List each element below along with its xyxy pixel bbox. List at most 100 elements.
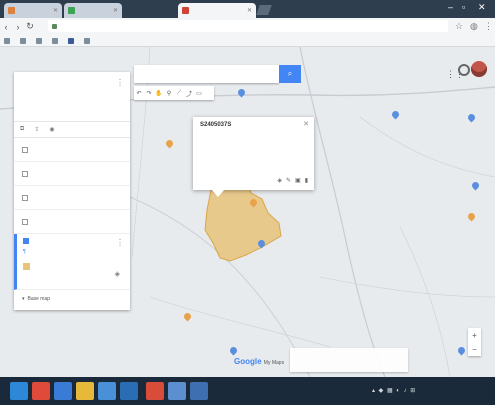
hand-icon[interactable]: ✋ — [154, 90, 164, 97]
browser-taskbar-icon[interactable] — [190, 382, 208, 400]
bookmark-icon — [20, 37, 26, 44]
preview-button[interactable]: ◉ — [49, 126, 56, 133]
tab-favicon-icon — [182, 7, 189, 14]
layer-item[interactable] — [14, 162, 130, 186]
share-button[interactable]: ⇪ — [34, 126, 41, 133]
facebook-icon — [68, 37, 74, 44]
back-icon[interactable]: ‹ — [0, 22, 12, 32]
bookmark-item[interactable] — [52, 37, 60, 44]
reload-icon[interactable]: ↻ — [24, 21, 36, 32]
layer-checkbox[interactable] — [22, 146, 28, 153]
base-map-label: Base map — [27, 296, 51, 302]
avatar[interactable] — [471, 61, 487, 77]
address-bar[interactable] — [48, 20, 448, 32]
google-wordmark: Google — [234, 357, 262, 366]
selected-layer[interactable]: ¶ ⋮ ◈ — [14, 234, 130, 290]
draw-line-icon[interactable]: ⟋ — [174, 90, 184, 97]
feature-color-swatch[interactable] — [23, 263, 30, 270]
share-icon: ⇪ — [34, 127, 40, 133]
lock-icon — [52, 23, 57, 29]
browser-menu-icon[interactable]: ⋮ — [484, 21, 493, 32]
edit-icon[interactable]: ✎ — [286, 177, 291, 184]
browser-tab-1[interactable]: ✕ — [4, 3, 62, 18]
add-layer-button[interactable]: ⧉ — [20, 126, 26, 133]
start-icon[interactable] — [10, 382, 28, 400]
zoom-in-button[interactable]: + — [472, 331, 477, 340]
popup-title: S2405037S — [200, 122, 232, 128]
new-tab-button[interactable] — [256, 5, 272, 15]
close-window-icon[interactable]: ✕ — [478, 2, 486, 13]
drawing-toolbar: ↶ ↷ ✋ ⚲ ⟋ ⤴ ▭ — [134, 86, 214, 100]
chevron-down-icon: ▾ — [22, 296, 25, 302]
taskbar-app-icon[interactable] — [54, 382, 72, 400]
paint-bucket-icon[interactable]: ◈ — [115, 270, 120, 278]
search-button[interactable]: ⌕ — [279, 65, 301, 83]
google-logo: Google My Maps — [234, 357, 284, 366]
close-icon[interactable]: ✕ — [113, 7, 118, 14]
bookmark-icon — [4, 37, 10, 44]
taskbar-app-icon[interactable] — [120, 382, 138, 400]
browser-toolbar: ‹ › ↻ — [0, 18, 495, 35]
bookmark-item[interactable] — [4, 37, 12, 44]
bookmark-item[interactable] — [20, 37, 28, 44]
panel-header: ⋮ — [14, 72, 130, 122]
directions-icon[interactable]: ⤴ — [184, 89, 194, 98]
minimize-icon[interactable]: – — [448, 2, 453, 12]
layer-item[interactable] — [14, 186, 130, 210]
star-icon[interactable]: ☆ — [455, 21, 463, 32]
layer-item[interactable] — [14, 138, 130, 162]
extension-icon[interactable]: ◍ — [470, 21, 478, 32]
browser-tab-3[interactable]: ✕ — [178, 3, 256, 18]
popup-tail — [212, 190, 224, 197]
image-icon[interactable]: ▣ — [295, 177, 301, 184]
bookmark-icon — [84, 37, 90, 44]
feature-info-popup: S2405037S ✕ ◈ ✎ ▣ ▮ — [193, 117, 314, 190]
my-maps-wordmark: My Maps — [263, 360, 285, 366]
redo-icon[interactable]: ↷ — [144, 90, 154, 97]
browser-tab-2[interactable]: ✕ — [64, 3, 122, 18]
base-map-toggle[interactable]: ▾ Base map — [14, 290, 130, 308]
panel-actions: ⧉ ⇪ ◉ — [14, 122, 130, 138]
zoom-out-button[interactable]: − — [472, 345, 477, 354]
layer-options-icon[interactable]: ⋮ — [116, 238, 124, 247]
tab-favicon-icon — [8, 7, 15, 14]
map-legend-panel: ⋮ ⧉ ⇪ ◉ ¶ ⋮ ◈ ▾ Base map — [14, 72, 130, 310]
layer-checkbox[interactable] — [22, 170, 28, 177]
tab-favicon-icon — [68, 7, 75, 14]
search-icon: ⌕ — [287, 69, 293, 78]
notifications-icon[interactable] — [458, 64, 470, 76]
bookmark-item[interactable] — [36, 37, 44, 44]
bookmark-icon — [36, 37, 42, 44]
bookmark-item[interactable] — [68, 37, 76, 44]
more-options-icon[interactable]: ⋮ — [116, 78, 124, 87]
add-layer-icon: ⧉ — [20, 126, 25, 132]
layer-checkbox[interactable] — [22, 218, 28, 225]
taskbar-app-icon[interactable] — [168, 382, 186, 400]
notification-toast[interactable] — [290, 348, 408, 372]
browser-tab-strip: ✕ ✕ ✕ – ▫ ✕ — [0, 0, 495, 18]
close-icon[interactable]: ✕ — [247, 7, 252, 14]
preview-icon: ◉ — [49, 127, 55, 133]
add-marker-icon[interactable]: ⚲ — [164, 90, 174, 97]
undo-icon[interactable]: ↶ — [134, 90, 144, 97]
layer-item[interactable] — [14, 210, 130, 234]
folder-icon[interactable] — [76, 382, 94, 400]
taskbar-app-icon[interactable] — [98, 382, 116, 400]
bookmark-icon — [52, 37, 58, 44]
search-box — [134, 65, 279, 83]
paint-bucket-icon[interactable]: ◈ — [277, 177, 282, 184]
forward-icon[interactable]: › — [12, 22, 24, 32]
layer-checkbox[interactable] — [22, 194, 28, 201]
os-taskbar: ▴ ◆ ▦ ◐ ♪ ⊞ — [0, 377, 495, 405]
system-tray[interactable]: ▴ ◆ ▦ ◐ ♪ ⊞ — [372, 387, 416, 394]
close-icon[interactable]: ✕ — [53, 7, 58, 14]
layer-checkbox[interactable] — [23, 238, 29, 244]
taskbar-app-icon[interactable] — [146, 382, 164, 400]
measure-icon[interactable]: ▭ — [194, 90, 204, 97]
delete-icon[interactable]: ▮ — [305, 177, 308, 184]
search-input[interactable] — [134, 65, 254, 83]
close-icon[interactable]: ✕ — [303, 120, 309, 128]
maximize-icon[interactable]: ▫ — [462, 2, 465, 12]
bookmark-item[interactable] — [84, 37, 92, 44]
taskbar-app-icon[interactable] — [32, 382, 50, 400]
